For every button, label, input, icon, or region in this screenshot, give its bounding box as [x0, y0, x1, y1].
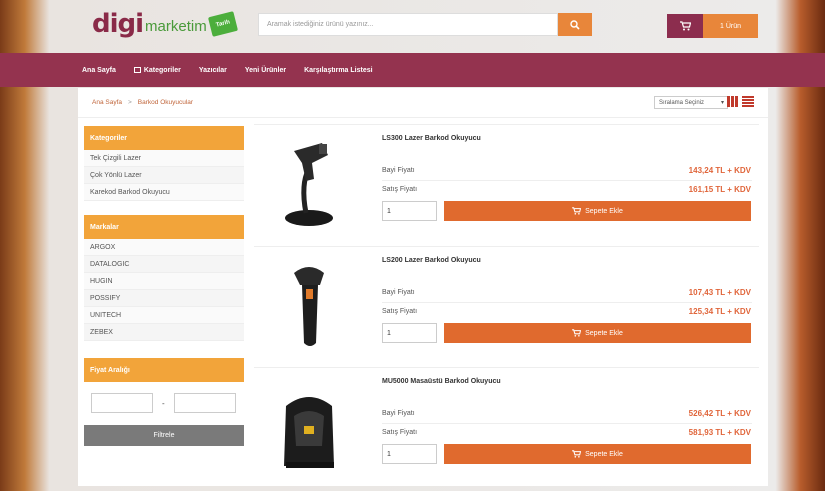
dealer-price: 107,43 TL + KDV: [688, 288, 751, 297]
sort-select-label: Sıralama Seçiniz: [659, 99, 705, 106]
quantity-input[interactable]: 1: [382, 444, 437, 464]
nav-new-products[interactable]: Yeni Ürünler: [245, 67, 286, 74]
logo-badge: Tarih: [207, 11, 238, 37]
filter-button[interactable]: Filtrele: [84, 425, 244, 446]
brand-item[interactable]: HUGIN: [84, 273, 244, 290]
divider: [382, 423, 752, 424]
sale-price: 581,93 TL + KDV: [688, 428, 751, 437]
breadcrumb-separator: >: [128, 99, 132, 106]
breadcrumb-current[interactable]: Barkod Okuyucular: [138, 99, 193, 106]
price-range-box: Fiyat Aralığı -: [84, 358, 244, 424]
site-logo[interactable]: digi marketim Tarih: [92, 8, 238, 40]
category-item[interactable]: Tek Çizgili Lazer: [84, 150, 244, 167]
nav-categories[interactable]: Kategoriler: [133, 66, 181, 74]
brand-item[interactable]: ARGOX: [84, 239, 244, 256]
breadcrumb-home[interactable]: Ana Sayfa: [92, 99, 122, 106]
price-range-inputs: -: [84, 382, 244, 424]
categories-title: Kategoriler: [84, 126, 244, 150]
quantity-input[interactable]: 1: [382, 323, 437, 343]
dealer-price: 143,24 TL + KDV: [688, 166, 751, 175]
search-icon: [570, 19, 580, 30]
cart-icon: [572, 329, 582, 337]
category-item[interactable]: Çok Yönlü Lazer: [84, 167, 244, 184]
cart-icon: [572, 207, 582, 215]
handheld-barcode-scanner-image[interactable]: [264, 255, 354, 355]
brand-item[interactable]: UNITECH: [84, 307, 244, 324]
product-card: LS300 Lazer Barkod Okuyucu Bayi Fiyatı 1…: [254, 124, 759, 242]
brand-item[interactable]: POSSIFY: [84, 290, 244, 307]
product-name[interactable]: LS300 Lazer Barkod Okuyucu: [382, 135, 481, 142]
main-nav: Ana Sayfa Kategoriler Yazıcılar Yeni Ürü…: [0, 53, 825, 87]
barcode-scanner-stand-image[interactable]: [264, 133, 354, 233]
site-header: digi marketim Tarih Aramak istediğiniz ü…: [0, 0, 825, 52]
product-name[interactable]: MU5000 Masaüstü Barkod Okuyucu: [382, 378, 501, 385]
nav-categories-label: Kategoriler: [143, 66, 181, 74]
cart-button[interactable]: [667, 14, 703, 38]
price-max-input[interactable]: [173, 393, 236, 413]
brand-item[interactable]: DATALOGIC: [84, 256, 244, 273]
dealer-price-label: Bayi Fiyatı: [382, 410, 415, 417]
logo-main-text: digi: [92, 9, 144, 39]
add-to-cart-button[interactable]: Sepete Ekle: [444, 201, 751, 221]
cart-icon: [679, 21, 691, 31]
logo-sub-text: marketim: [145, 17, 207, 35]
price-min-input[interactable]: [91, 393, 153, 413]
category-item[interactable]: Karekod Barkod Okuyucu: [84, 184, 244, 201]
add-to-cart-label: Sepete Ekle: [585, 207, 623, 215]
cart-count[interactable]: 1 Ürün: [703, 14, 758, 38]
add-to-cart-label: Sepete Ekle: [585, 450, 623, 458]
sale-price-label: Satış Fiyatı: [382, 429, 418, 436]
sale-price: 125,34 TL + KDV: [688, 307, 751, 316]
brands-title: Markalar: [84, 215, 244, 239]
nav-printers[interactable]: Yazıcılar: [199, 67, 227, 74]
view-toggle: [727, 96, 754, 107]
desktop-barcode-scanner-image[interactable]: [264, 376, 354, 476]
product-card: MU5000 Masaüstü Barkod Okuyucu Bayi Fiya…: [254, 367, 759, 485]
nav-home[interactable]: Ana Sayfa: [82, 67, 116, 74]
brand-item[interactable]: ZEBEX: [84, 324, 244, 341]
sort-select[interactable]: Sıralama Seçiniz ▾: [654, 96, 728, 109]
grid-icon: [133, 67, 141, 73]
nav-compare-list[interactable]: Karşılaştırma Listesi: [304, 67, 372, 74]
price-range-title: Fiyat Aralığı: [84, 358, 244, 382]
divider: [382, 302, 752, 303]
add-to-cart-label: Sepete Ekle: [585, 329, 623, 337]
chevron-down-icon: ▾: [720, 100, 724, 106]
cart-icon: [572, 450, 582, 458]
grid-view-icon[interactable]: [727, 96, 739, 107]
sale-price: 161,15 TL + KDV: [688, 185, 751, 194]
dealer-price: 526,42 TL + KDV: [688, 409, 751, 418]
dealer-price-label: Bayi Fiyatı: [382, 289, 415, 296]
sale-price-label: Satış Fiyatı: [382, 186, 418, 193]
search-button[interactable]: [558, 13, 592, 36]
sale-price-label: Satış Fiyatı: [382, 308, 418, 315]
product-card: LS200 Lazer Barkod Okuyucu Bayi Fiyatı 1…: [254, 246, 759, 364]
add-to-cart-button[interactable]: Sepete Ekle: [444, 444, 751, 464]
content-panel: Ana Sayfa > Barkod Okuyucular Sıralama S…: [78, 88, 768, 486]
brands-box: Markalar ARGOX DATALOGIC HUGIN POSSIFY U…: [84, 215, 244, 341]
dealer-price-label: Bayi Fiyatı: [382, 167, 415, 174]
divider: [382, 180, 752, 181]
price-range-dash: -: [162, 398, 165, 408]
quantity-input[interactable]: 1: [382, 201, 437, 221]
add-to-cart-button[interactable]: Sepete Ekle: [444, 323, 751, 343]
categories-box: Kategoriler Tek Çizgili Lazer Çok Yönlü …: [84, 126, 244, 201]
product-name[interactable]: LS200 Lazer Barkod Okuyucu: [382, 257, 481, 264]
search-input[interactable]: Aramak istediğiniz ürünü yazınız...: [258, 13, 558, 36]
list-view-icon[interactable]: [742, 96, 754, 107]
